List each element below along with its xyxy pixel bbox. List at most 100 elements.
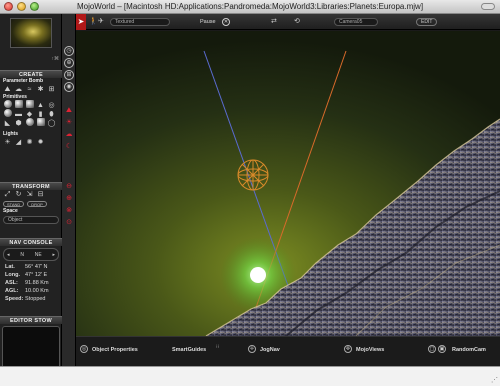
viewport-bottom-bar: ◎ Object Properties SmartGuides ⁝⁝ ✛ Jog… [76, 336, 500, 366]
clock-icon[interactable]: ◷ [64, 46, 74, 56]
transform-header[interactable]: TRANSFORM [0, 182, 62, 190]
nav-readouts: Lat. 56° 47' N Long. 47° 12' E ASL: 91.88 K… [0, 263, 62, 303]
point-light-icon[interactable]: ☀ [3, 138, 12, 147]
red-tool-2-icon[interactable]: ⊕ [64, 194, 74, 204]
rotate-tool-icon[interactable]: ↻ [14, 190, 23, 199]
bomb-water-icon[interactable]: ≈ [25, 85, 34, 94]
lights-label: Lights [3, 131, 18, 137]
capsule-primitive-icon[interactable]: ⬮ [47, 110, 56, 119]
resize-grip-icon[interactable]: ⋰ [491, 376, 498, 384]
walk-tool-icon[interactable]: 🚶 [89, 14, 98, 30]
red-tool-1-icon[interactable]: ⊖ [64, 182, 74, 192]
camera-icon[interactable]: ◉ [64, 82, 74, 92]
readout-row: AGL: 10.00 Km [5, 288, 49, 294]
jog-nav-icon[interactable]: ✛ [248, 345, 256, 353]
render-mode-select[interactable]: Textured [110, 18, 170, 26]
terrain-editor-icon[interactable]: ⛰ [64, 106, 74, 116]
wireframe-sphere[interactable] [237, 159, 269, 191]
nav-console-section: NAV CONSOLE ◂ N NE ▸ Lat. 56° 47' N Long.… [0, 238, 62, 303]
transform-section: TRANSFORM ⤢ ↻ ⇲ ⊟ STAND DROP Space Objec… [0, 182, 62, 225]
jog-nav-button[interactable]: JogNav [260, 343, 280, 357]
area-light-icon[interactable]: ✺ [25, 138, 34, 147]
atmosphere-editor-icon[interactable]: ☁ [64, 130, 74, 140]
object-properties-button[interactable]: Object Properties [92, 343, 138, 357]
select-tool-icon[interactable]: ➤ [76, 14, 86, 30]
minimize-window-button[interactable] [17, 2, 26, 11]
pause-label: Pause [200, 19, 216, 25]
bomb-sky-icon[interactable]: ☁ [14, 85, 23, 94]
readout-row: Lat. 56° 47' N [5, 264, 48, 270]
sun-editor-icon[interactable]: ☀ [64, 118, 74, 128]
layout-single-icon[interactable]: ▢ [428, 345, 436, 353]
red-tool-4-icon[interactable]: ⊙ [64, 218, 74, 228]
create-section: CREATE Parameter Bomb ⛰ ☁ ≈ ✱ ⊞ Primitiv… [0, 70, 62, 147]
camera-select[interactable]: Camera05 [334, 18, 378, 26]
sphere2-primitive-icon[interactable] [25, 118, 34, 129]
toolbar-toggle-button[interactable] [481, 3, 495, 10]
object-properties-icon[interactable]: ◎ [80, 345, 88, 353]
plane-primitive-icon[interactable]: ▬ [14, 110, 23, 119]
redo-camera-icon[interactable]: ⟲ [294, 14, 300, 30]
stand-button[interactable]: STAND [3, 200, 25, 207]
window-titlebar: MojoWorld – [Macintosh HD:Applications:P… [0, 0, 500, 14]
red-tool-3-icon[interactable]: ⊗ [64, 206, 74, 216]
globe-icon[interactable]: ⊕ [64, 58, 74, 68]
left-palette: ↑⌘ CREATE Parameter Bomb ⛰ ☁ ≈ ✱ ⊞ Primi… [0, 14, 62, 386]
primitives-row-3: ◣ ⬢ ◯ [0, 118, 62, 129]
fly-tool-icon[interactable]: ✈ [98, 14, 104, 30]
readout-row: Speed: Stopped [5, 296, 46, 302]
compass-left-dir: N [20, 251, 24, 258]
bottom-controls: ◎ Object Properties SmartGuides ⁝⁝ ✛ Jog… [76, 343, 500, 357]
space-select[interactable]: Object [3, 216, 59, 224]
window-statusbar: ⋰ [0, 366, 500, 386]
render-mode-value: Textured [115, 19, 135, 25]
wedge-primitive-icon[interactable]: ◣ [3, 119, 12, 128]
readout-row: Long. 47° 12' E [5, 272, 48, 278]
move-tool-icon[interactable]: ⤢ [3, 190, 12, 199]
random-cam-button[interactable]: RandomCam [452, 343, 486, 357]
scale-tool-icon[interactable]: ⇲ [25, 190, 34, 199]
planet-thumbnail[interactable] [10, 18, 52, 48]
compass-left-arrow-icon[interactable]: ◂ [7, 252, 10, 258]
mojo-views-button[interactable]: MojoViews [356, 343, 384, 357]
camera-value: Camera05 [339, 19, 363, 25]
editor-stow-header[interactable]: EDITOR STOW [0, 316, 62, 324]
viewport-toolbar: ➤ 🚶 ✈ Textured Pause ✕ ⇄ ⟲ Camera05 EDIT [76, 14, 500, 30]
zoom-window-button[interactable] [30, 2, 39, 11]
align-tool-icon[interactable]: ⊟ [36, 190, 45, 199]
spot-light-icon[interactable]: ◢ [14, 138, 23, 147]
drop-button[interactable]: DROP [27, 200, 47, 207]
scene-render [76, 31, 500, 336]
bomb-terrain-icon[interactable]: ⛰ [3, 85, 12, 94]
create-header[interactable]: CREATE [0, 70, 62, 78]
nav-console-header[interactable]: NAV CONSOLE [0, 238, 62, 246]
parameter-bomb-tools: ⛰ ☁ ≈ ✱ ⊞ [0, 85, 62, 94]
sun-light-icon[interactable]: ✹ [36, 138, 45, 147]
compass-right-arrow-icon[interactable]: ▸ [52, 252, 55, 258]
stand-drop-row: STAND DROP [0, 199, 62, 208]
compass-dial[interactable]: ◂ N NE ▸ [3, 248, 59, 261]
undo-camera-icon[interactable]: ⇄ [271, 14, 277, 30]
3d-viewport[interactable] [76, 31, 500, 336]
mojo-views-icon[interactable]: ✜ [344, 345, 352, 353]
torus-primitive-icon[interactable]: ◎ [47, 101, 56, 110]
ring-primitive-icon[interactable]: ◯ [47, 119, 56, 128]
smart-guides-options-icon[interactable]: ⁝⁝ [216, 344, 219, 350]
layout-split-icon[interactable]: ▣ [438, 345, 446, 353]
bomb-mixer-icon[interactable]: ⊞ [47, 85, 56, 94]
pause-toggle-icon[interactable]: ✕ [222, 18, 230, 26]
moon-editor-icon[interactable]: ☾ [64, 142, 74, 152]
close-window-button[interactable] [4, 2, 13, 11]
box2-primitive-icon[interactable] [36, 118, 45, 129]
lights-tools: ☀ ◢ ✺ ✹ [0, 138, 62, 147]
compass-right-dir: NE [34, 251, 42, 258]
space-select-value: Object [8, 217, 23, 223]
space-label: Space [3, 208, 18, 214]
layers-icon[interactable]: ⊞ [64, 70, 74, 80]
cone-primitive-icon[interactable]: ▲ [36, 101, 45, 110]
thumbnail-tag: ↑⌘ [51, 56, 60, 62]
smart-guides-button[interactable]: SmartGuides [172, 343, 206, 357]
edit-camera-button[interactable]: EDIT [416, 18, 438, 26]
prism-primitive-icon[interactable]: ⬢ [14, 119, 23, 128]
bomb-all-icon[interactable]: ✱ [36, 85, 45, 94]
